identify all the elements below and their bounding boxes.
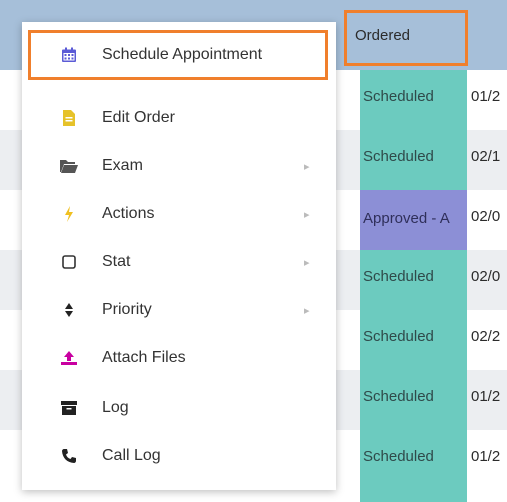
menu-item-actions[interactable]: Actions ▸ [22, 190, 336, 238]
menu-item-attach-files[interactable]: Attach Files [22, 334, 336, 382]
menu-item-stat[interactable]: Stat ▸ [22, 238, 336, 286]
status-cell: Scheduled [363, 268, 434, 285]
status-cell: Scheduled [363, 328, 434, 345]
menu-item-label: Exam [102, 157, 143, 174]
context-menu: Schedule Appointment Edit Order Exam ▸ A… [22, 22, 336, 490]
upload-icon [60, 349, 78, 367]
document-icon [60, 109, 78, 127]
date-cell: 01/2 [471, 388, 501, 405]
status-cell: Scheduled [363, 148, 434, 165]
phone-icon [60, 447, 78, 465]
menu-item-label: Actions [102, 205, 155, 222]
menu-item-edit-order[interactable]: Edit Order [22, 94, 336, 142]
status-cell: Scheduled [363, 388, 434, 405]
folder-open-icon [60, 157, 78, 175]
archive-icon [60, 399, 78, 417]
sort-icon [60, 301, 78, 319]
date-cell: 02/0 [471, 268, 501, 285]
date-cell: 02/1 [471, 148, 501, 165]
submenu-chevron-icon: ▸ [304, 256, 310, 269]
menu-item-log[interactable]: Log [22, 384, 336, 432]
menu-item-label: Edit Order [102, 109, 175, 126]
submenu-chevron-icon: ▸ [304, 304, 310, 317]
menu-item-label: Priority [102, 301, 152, 318]
menu-item-priority[interactable]: Priority ▸ [22, 286, 336, 334]
status-cell: Scheduled [363, 88, 434, 105]
status-cell: Approved - A [360, 190, 467, 250]
date-cell: 01/2 [471, 88, 501, 105]
menu-item-label: Call Log [102, 447, 161, 464]
lightning-icon [60, 205, 78, 223]
menu-item-label: Log [102, 399, 129, 416]
date-cell: 02/2 [471, 328, 501, 345]
column-header-ordered[interactable]: Ordered [344, 10, 468, 66]
submenu-chevron-icon: ▸ [304, 160, 310, 173]
menu-item-exam[interactable]: Exam ▸ [22, 142, 336, 190]
menu-item-call-log[interactable]: Call Log [22, 432, 336, 480]
calendar-icon [60, 46, 78, 64]
menu-item-label: Schedule Appointment [102, 46, 263, 63]
date-cell: 02/0 [471, 208, 501, 225]
checkbox-icon [60, 253, 78, 271]
menu-item-label: Attach Files [102, 349, 186, 366]
menu-item-label: Stat [102, 253, 131, 270]
date-cell: 01/2 [471, 448, 501, 465]
status-cell: Scheduled [363, 448, 434, 465]
submenu-chevron-icon: ▸ [304, 208, 310, 221]
menu-item-schedule-appointment[interactable]: Schedule Appointment [28, 30, 328, 80]
